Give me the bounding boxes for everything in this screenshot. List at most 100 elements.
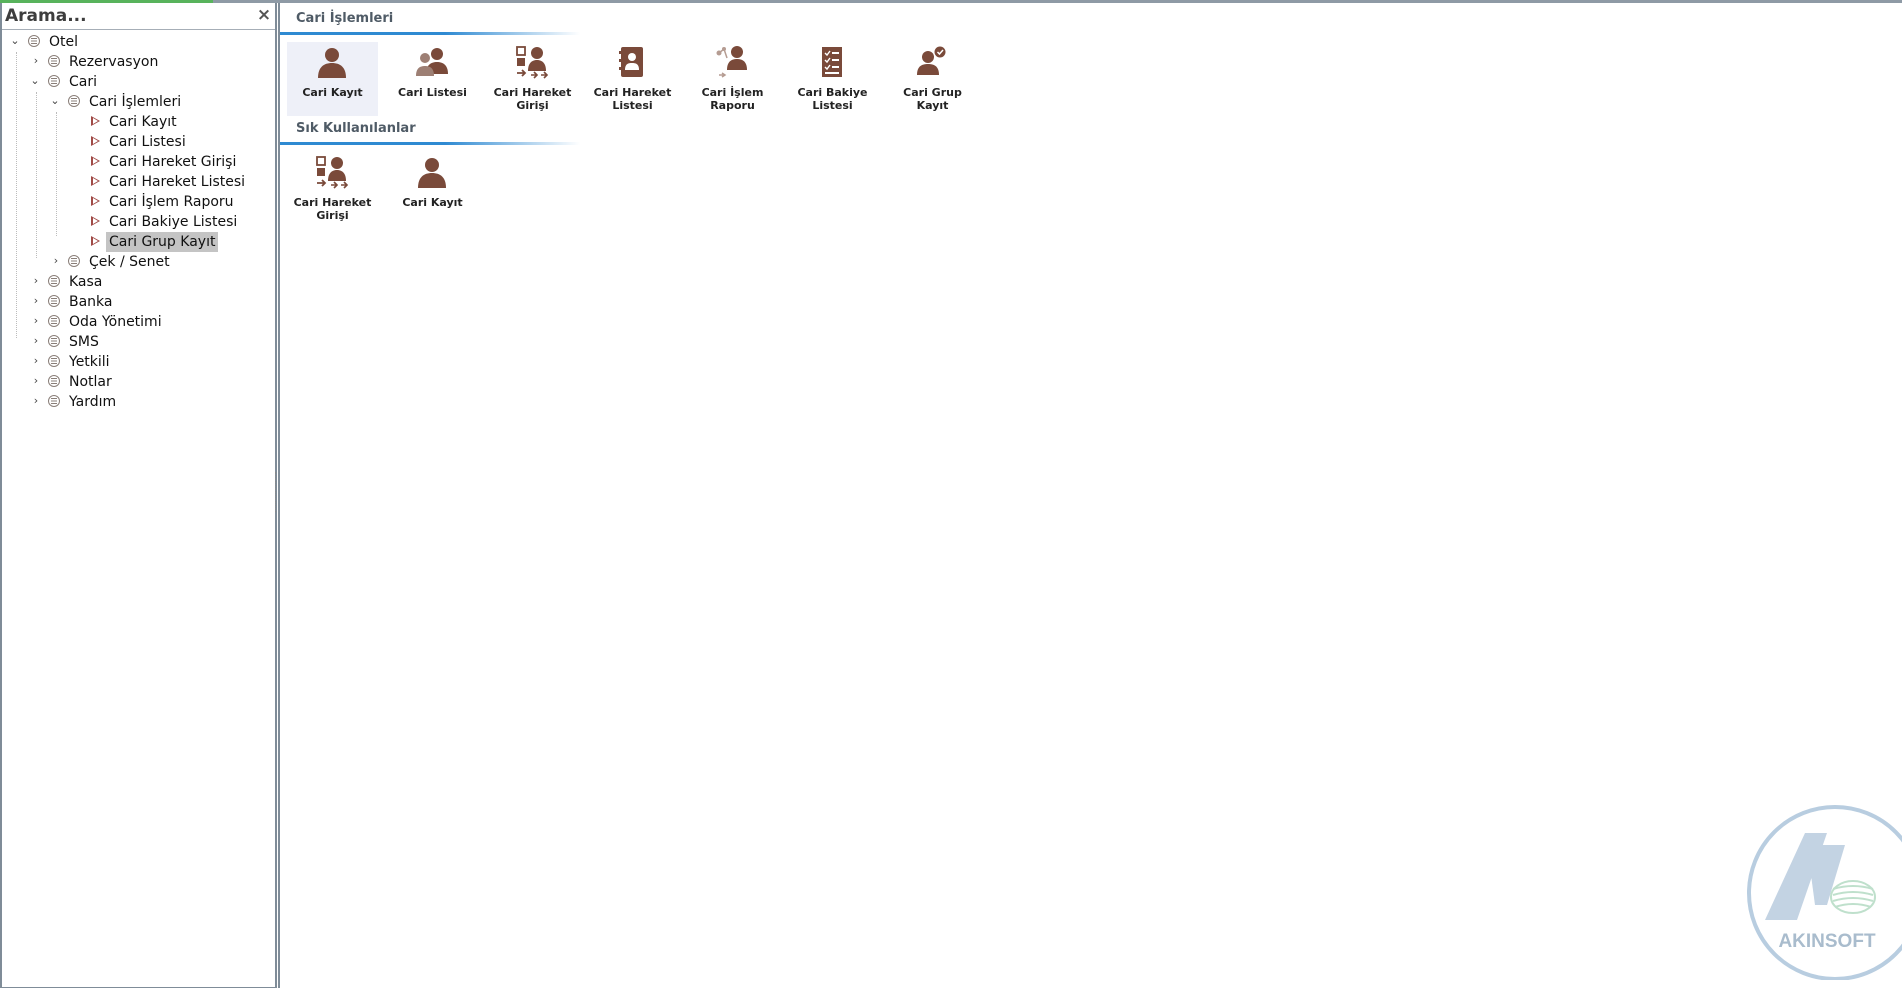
tree-leaf-label-selected: Cari Grup Kayıt bbox=[106, 232, 219, 252]
section-title-sik-kullanilanlar: Sık Kullanılanlar bbox=[296, 121, 416, 136]
tree-node-yetkili[interactable]: › Yetkili bbox=[2, 352, 275, 372]
tile-cari-hareket-listesi[interactable]: Cari Hareket Listesi bbox=[587, 42, 678, 116]
tree-leaf-cari-hareket-girisi[interactable]: Cari Hareket Girişi bbox=[2, 152, 275, 172]
play-triangle-icon bbox=[91, 156, 100, 166]
tile-group-sik-kullanilanlar: Cari Hareket Girişi Cari Kayıt bbox=[287, 152, 487, 226]
play-triangle-icon bbox=[91, 196, 100, 206]
chevron-right-icon[interactable]: › bbox=[31, 315, 41, 326]
tile-group-cari-islemleri: Cari Kayıt Cari Listesi Cari Hareket Giri… bbox=[287, 42, 987, 116]
tree-node-banka[interactable]: › Banka bbox=[2, 292, 275, 312]
person-icon bbox=[418, 158, 446, 188]
tree-leaf-label: Cari Listesi bbox=[109, 134, 186, 150]
tile-cari-grup-kayit[interactable]: Cari Grup Kayıt bbox=[887, 42, 978, 116]
chevron-right-icon[interactable]: › bbox=[31, 395, 41, 406]
tree-node-otel[interactable]: ⌄ Otel bbox=[2, 32, 275, 52]
chevron-right-icon[interactable]: › bbox=[31, 55, 41, 66]
tree-node-label: Banka bbox=[69, 294, 113, 310]
tree-node-cari[interactable]: ⌄ Cari bbox=[2, 72, 275, 92]
menu-list-icon bbox=[48, 295, 60, 307]
search-box: × bbox=[2, 3, 275, 30]
tile-label: Cari Kayıt bbox=[302, 86, 363, 99]
menu-list-icon bbox=[48, 275, 60, 287]
chevron-right-icon[interactable]: › bbox=[31, 275, 41, 286]
tree-node-cari-islemleri[interactable]: ⌄ Cari İşlemleri bbox=[2, 92, 275, 112]
menu-list-icon bbox=[68, 95, 80, 107]
tree-leaf-cari-hareket-listesi[interactable]: Cari Hareket Listesi bbox=[2, 172, 275, 192]
tree-node-rezervasyon[interactable]: › Rezervasyon bbox=[2, 52, 275, 72]
tile-cari-bakiye-listesi[interactable]: Cari Bakiye Listesi bbox=[787, 42, 878, 116]
tree-leaf-label: Cari Hareket Listesi bbox=[109, 174, 246, 190]
tree-leaf-label: Cari Kayıt bbox=[109, 114, 177, 130]
menu-list-icon bbox=[28, 35, 40, 47]
chevron-right-icon[interactable]: › bbox=[31, 335, 41, 346]
chevron-right-icon[interactable]: › bbox=[31, 375, 41, 386]
tree-node-sms[interactable]: › SMS bbox=[2, 332, 275, 352]
tile-label: Cari Hareket Girişi bbox=[293, 196, 372, 222]
chevron-down-icon[interactable]: ⌄ bbox=[50, 95, 60, 106]
tree-leaf-cari-bakiye-listesi[interactable]: Cari Bakiye Listesi bbox=[2, 212, 275, 232]
contact-book-icon bbox=[619, 47, 643, 77]
tile-label: Cari İşlem Raporu bbox=[701, 86, 764, 112]
tile-cari-listesi[interactable]: Cari Listesi bbox=[387, 42, 478, 116]
logo-text: AKINSOFT bbox=[1778, 931, 1876, 952]
search-input[interactable] bbox=[5, 5, 245, 27]
tree-leaf-cari-islem-raporu[interactable]: Cari İşlem Raporu bbox=[2, 192, 275, 212]
tile-label: Cari Bakiye Listesi bbox=[797, 86, 868, 112]
tree-leaf-label: Cari Hareket Girişi bbox=[109, 154, 237, 170]
tree-leaf-cari-listesi[interactable]: Cari Listesi bbox=[2, 132, 275, 152]
tree-node-notlar[interactable]: › Notlar bbox=[2, 372, 275, 392]
tree-node-label: Notlar bbox=[69, 374, 112, 390]
chevron-right-icon[interactable]: › bbox=[31, 355, 41, 366]
menu-list-icon bbox=[48, 335, 60, 347]
checklist-icon bbox=[822, 47, 842, 77]
section-divider bbox=[280, 32, 580, 35]
chevron-down-icon[interactable]: ⌄ bbox=[10, 35, 20, 46]
person-transfer-icon bbox=[316, 156, 349, 189]
chevron-down-icon[interactable]: ⌄ bbox=[30, 75, 40, 86]
menu-tree: ⌄ Otel › Rezervasyon ⌄ Cari ⌄ Cari İşlem… bbox=[2, 32, 275, 412]
person-report-icon bbox=[716, 46, 747, 78]
chevron-right-icon[interactable]: › bbox=[31, 295, 41, 306]
play-triangle-icon bbox=[91, 136, 100, 146]
tree-node-label: Oda Yönetimi bbox=[69, 314, 162, 330]
tree-node-label: Kasa bbox=[69, 274, 103, 290]
tile-label: Cari Grup Kayıt bbox=[903, 86, 962, 112]
tree-leaf-label: Cari İşlem Raporu bbox=[109, 194, 234, 210]
menu-list-icon bbox=[48, 375, 60, 387]
tree-leaf-cari-grup-kayit[interactable]: Cari Grup Kayıt bbox=[2, 232, 275, 252]
main-panel: Cari İşlemleri Cari Kayıt Cari Listesi C… bbox=[278, 3, 1902, 988]
tile-cari-hareket-girisi[interactable]: Cari Hareket Girişi bbox=[487, 42, 578, 116]
section-divider bbox=[280, 142, 580, 145]
people-icon bbox=[416, 48, 448, 76]
menu-list-icon bbox=[48, 315, 60, 327]
tile-label: Cari Listesi bbox=[398, 86, 467, 99]
tree-node-label: Çek / Senet bbox=[89, 254, 170, 270]
tile-cari-islem-raporu[interactable]: Cari İşlem Raporu bbox=[687, 42, 778, 116]
tree-node-label: Yetkili bbox=[69, 354, 110, 370]
tile-cari-kayit[interactable]: Cari Kayıt bbox=[287, 42, 378, 116]
tile-label: Cari Hareket Girişi bbox=[493, 86, 572, 112]
tree-node-label: Yardım bbox=[69, 394, 117, 410]
tile-fav-cari-kayit[interactable]: Cari Kayıt bbox=[387, 152, 478, 226]
tree-node-cek-senet[interactable]: › Çek / Senet bbox=[2, 252, 275, 272]
section-title-cari-islemleri: Cari İşlemleri bbox=[296, 11, 394, 26]
tree-node-kasa[interactable]: › Kasa bbox=[2, 272, 275, 292]
tree-leaf-label: Cari Bakiye Listesi bbox=[109, 214, 238, 230]
tile-label: Cari Hareket Listesi bbox=[593, 86, 672, 112]
menu-list-icon bbox=[48, 355, 60, 367]
menu-list-icon bbox=[48, 395, 60, 407]
chevron-right-icon[interactable]: › bbox=[51, 255, 61, 266]
tile-fav-cari-hareket-girisi[interactable]: Cari Hareket Girişi bbox=[287, 152, 378, 226]
play-triangle-icon bbox=[91, 216, 100, 226]
play-triangle-icon bbox=[91, 176, 100, 186]
clear-search-button[interactable]: × bbox=[256, 7, 272, 24]
tree-leaf-cari-kayit[interactable]: Cari Kayıt bbox=[2, 112, 275, 132]
tree-node-yardim[interactable]: › Yardım bbox=[2, 392, 275, 412]
menu-list-icon bbox=[48, 55, 60, 67]
akinsoft-logo: AKINSOFT bbox=[1747, 805, 1902, 980]
person-icon bbox=[318, 48, 346, 78]
person-transfer-icon bbox=[516, 46, 549, 79]
tree-node-oda-yonetimi[interactable]: › Oda Yönetimi bbox=[2, 312, 275, 332]
person-check-icon bbox=[917, 46, 946, 75]
play-triangle-icon bbox=[91, 236, 100, 246]
